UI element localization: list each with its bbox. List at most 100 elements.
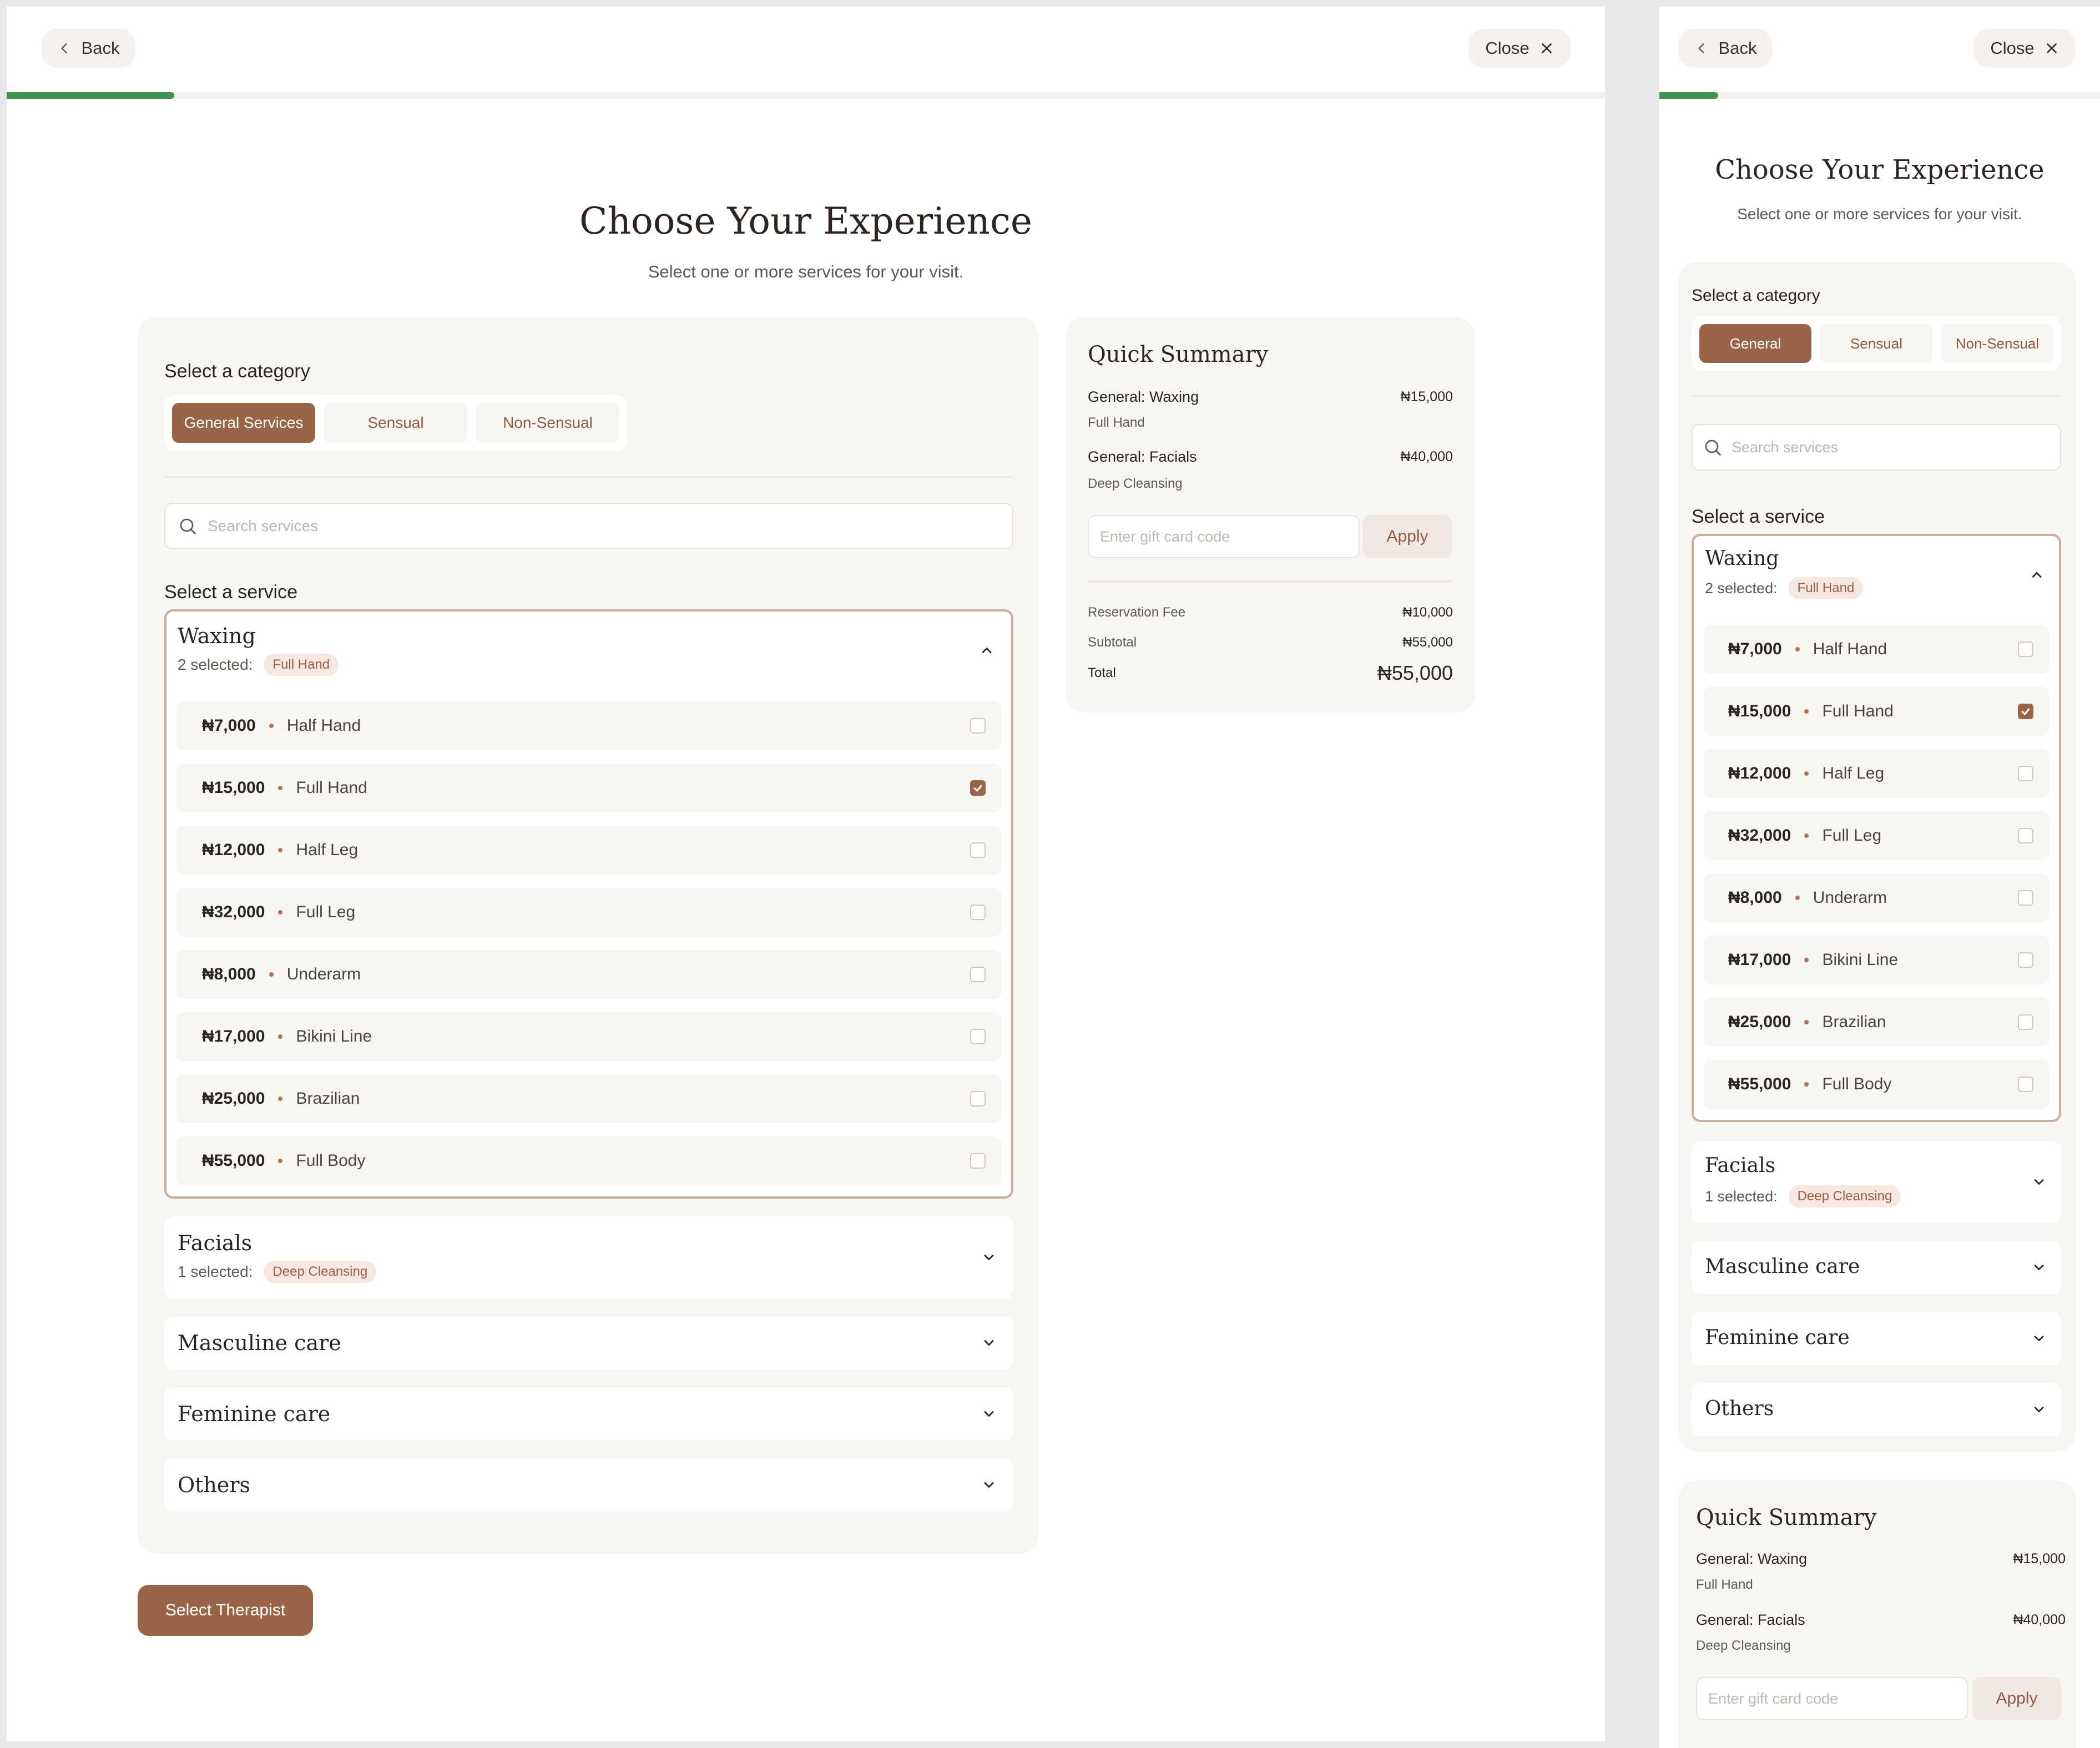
service-row[interactable]: ₦8,000 Underarm [176, 950, 1001, 999]
progress-bar [7, 92, 1605, 99]
page-subtitle: Select one or more services for your vis… [648, 262, 964, 281]
chevron-down-icon[interactable] [2031, 1174, 2047, 1190]
service-price: ₦15,000 [202, 779, 265, 797]
service-checkbox[interactable] [2018, 704, 2033, 719]
service-row[interactable]: ₦12,000 Half Leg [1704, 749, 2049, 798]
chevron-down-icon[interactable] [981, 1335, 997, 1351]
chevron-down-icon[interactable] [981, 1477, 997, 1493]
service-row[interactable]: ₦17,000 Bikini Line [1704, 936, 2049, 984]
service-checkbox[interactable] [970, 967, 986, 982]
accordion-masculine-care[interactable]: Masculine care [1692, 1241, 2061, 1294]
service-row[interactable]: ₦7,000 Half Hand [1704, 625, 2049, 674]
chevron-up-icon[interactable] [2029, 567, 2045, 583]
service-checkbox[interactable] [2018, 828, 2033, 843]
accordion-masculine-care[interactable]: Masculine care [164, 1316, 1013, 1370]
tab-sensual[interactable]: Sensual [1820, 324, 1932, 363]
tab-general-services[interactable]: General Services [172, 403, 315, 443]
summary-item-price: ₦15,000 [2013, 1551, 2066, 1567]
chevron-down-icon[interactable] [981, 1250, 997, 1265]
total-row: Total ₦55,000 [1088, 661, 1453, 685]
service-name: Underarm [286, 965, 361, 983]
service-checkbox[interactable] [970, 842, 986, 858]
service-price: ₦12,000 [202, 841, 265, 859]
service-checkbox[interactable] [2018, 641, 2033, 657]
apply-button[interactable]: Apply [1972, 1677, 2061, 1720]
tab-sensual[interactable]: Sensual [324, 403, 467, 443]
service-checkbox[interactable] [970, 1029, 986, 1044]
page-title: Choose Your Experience [1715, 154, 2045, 185]
service-row[interactable]: ₦55,000 Full Body [176, 1136, 1001, 1185]
accordion-others[interactable]: Others [164, 1458, 1013, 1512]
accordion-feminine-care[interactable]: Feminine care [1692, 1312, 2061, 1365]
accordion-title: Waxing [178, 624, 256, 648]
accordion-facials[interactable]: Facials 1 selected: Deep Cleansing [1692, 1141, 2061, 1223]
gift-card-input[interactable] [1100, 528, 1347, 545]
service-checkbox[interactable] [970, 905, 986, 920]
accordion-others[interactable]: Others [1692, 1383, 2061, 1436]
chevron-up-icon[interactable] [979, 643, 995, 658]
accordion-feminine-care[interactable]: Feminine care [164, 1387, 1013, 1441]
summary-title: Quick Summary [1696, 1505, 1877, 1530]
service-checkbox[interactable] [970, 1091, 986, 1107]
tab-non-sensual[interactable]: Non-Sensual [1941, 324, 2053, 363]
service-checkbox[interactable] [970, 1153, 986, 1169]
service-name: Bikini Line [296, 1027, 372, 1045]
service-price: ₦17,000 [202, 1027, 265, 1045]
chevron-down-icon[interactable] [2031, 1260, 2047, 1275]
accordion-facials[interactable]: Facials 1 selected: Deep Cleansing [164, 1216, 1013, 1299]
quick-summary: Quick Summary General: Waxing ₦15,000 Fu… [1066, 317, 1475, 713]
summary-item-detail: Full Hand [1088, 415, 1145, 430]
service-row[interactable]: ₦17,000 Bikini Line [176, 1012, 1001, 1061]
separator-dot [278, 786, 283, 790]
apply-button[interactable]: Apply [1363, 515, 1452, 558]
select-therapist-button[interactable]: Select Therapist [138, 1585, 313, 1636]
tab-general[interactable]: General [1699, 324, 1811, 363]
service-checkbox[interactable] [2018, 766, 2033, 781]
service-row[interactable]: ₦32,000 Full Leg [176, 888, 1001, 937]
service-price: ₦7,000 [202, 716, 256, 735]
service-name: Half Leg [1822, 764, 1885, 782]
selected-count: 1 selected: [178, 1263, 253, 1280]
chevron-down-icon[interactable] [2031, 1402, 2047, 1417]
chevron-down-icon[interactable] [2031, 1331, 2047, 1346]
tab-non-sensual[interactable]: Non-Sensual [476, 403, 619, 443]
service-label: Select a service [164, 582, 297, 603]
selection-panel: Select a category General Sensual Non-Se… [1678, 262, 2076, 1452]
service-checkbox[interactable] [970, 780, 986, 796]
service-row[interactable]: ₦55,000 Full Body [1704, 1060, 2049, 1109]
accordion-title: Others [1705, 1397, 1774, 1420]
service-checkbox[interactable] [970, 718, 986, 734]
service-row[interactable]: ₦32,000 Full Leg [1704, 811, 2049, 860]
service-price: ₦17,000 [1728, 951, 1791, 969]
summary-title: Quick Summary [1088, 342, 1269, 367]
chevron-down-icon[interactable] [981, 1406, 997, 1422]
close-button[interactable]: Close [1468, 29, 1571, 68]
close-label: Close [1990, 38, 2035, 58]
summary-item-price: ₦40,000 [1400, 449, 1453, 464]
service-row[interactable]: ₦15,000 Full Hand [1704, 687, 2049, 736]
search-input[interactable] [1732, 438, 2050, 456]
service-row[interactable]: ₦15,000 Full Hand [176, 764, 1001, 812]
back-label: Back [1718, 38, 1757, 58]
accordion-waxing: Waxing 2 selected: Full Hand ₦7,000 Half … [1692, 534, 2061, 1122]
summary-item-detail: Full Hand [1696, 1577, 1753, 1592]
gift-card-field [1696, 1677, 1968, 1720]
total-value: ₦55,000 [1377, 661, 1453, 684]
search-input[interactable] [208, 517, 1000, 535]
summary-item-name: General: Waxing [1696, 1550, 1808, 1567]
service-row[interactable]: ₦25,000 Brazilian [176, 1074, 1001, 1123]
service-checkbox[interactable] [2018, 1077, 2033, 1092]
back-button[interactable]: Back [41, 29, 135, 68]
gift-card-input[interactable] [1708, 1690, 1956, 1707]
service-name: Brazilian [296, 1089, 360, 1108]
search-bar [1692, 424, 2061, 471]
back-button[interactable]: Back [1678, 29, 1773, 68]
service-row[interactable]: ₦12,000 Half Leg [176, 826, 1001, 875]
service-checkbox[interactable] [2018, 1014, 2033, 1030]
service-row[interactable]: ₦7,000 Half Hand [176, 701, 1001, 750]
service-row[interactable]: ₦25,000 Brazilian [1704, 998, 2049, 1047]
service-row[interactable]: ₦8,000 Underarm [1704, 873, 2049, 922]
service-checkbox[interactable] [2018, 952, 2033, 968]
service-checkbox[interactable] [2018, 890, 2033, 906]
close-button[interactable]: Close [1973, 29, 2076, 68]
